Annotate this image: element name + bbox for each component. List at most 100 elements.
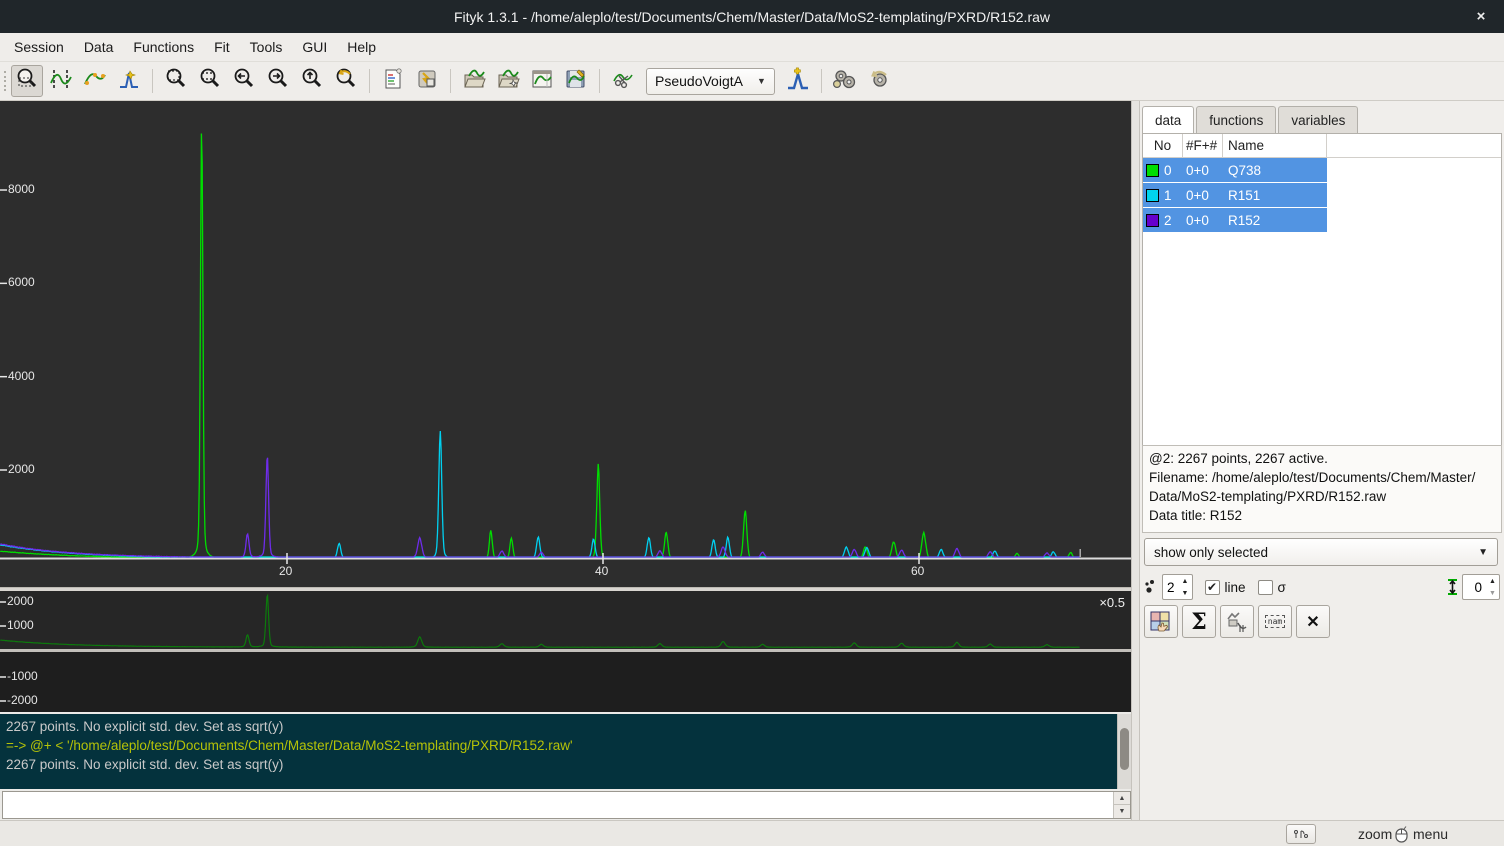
- y-tick-label: 8000: [8, 182, 35, 196]
- aux-y-tick-label: 1000: [7, 618, 34, 632]
- zoom-left-button[interactable]: [228, 65, 260, 97]
- add-peak-mode-button[interactable]: [113, 65, 145, 97]
- mouse-hints-button[interactable]: [1286, 824, 1316, 844]
- function-type-select[interactable]: PseudoVoigtA ▼: [646, 68, 775, 95]
- delete-icon: ✕: [1306, 612, 1319, 632]
- mouse-icon: [1394, 826, 1409, 846]
- data-transform-icon: [611, 67, 635, 96]
- spin-up-icon[interactable]: ▲: [1486, 575, 1499, 587]
- auto-add-peak-button[interactable]: [782, 65, 814, 97]
- side-panel-tabs: datafunctionsvariables: [1142, 106, 1360, 133]
- panel-splitter[interactable]: [1131, 101, 1140, 820]
- show-filter-select[interactable]: show only selected ▼: [1144, 538, 1498, 566]
- spin-down-icon[interactable]: ▼: [1179, 587, 1192, 599]
- dataset-info: @2: 2267 points, 2267 active.Filename: /…: [1142, 445, 1502, 533]
- zoom-all-button[interactable]: [160, 65, 192, 97]
- auto-add-peak-icon: [785, 66, 811, 97]
- aux-plot[interactable]: ×0.5 20001000-1000-2000: [0, 591, 1131, 712]
- dataset-color-swatch[interactable]: [1146, 189, 1159, 202]
- baseline-mode-button[interactable]: [79, 65, 111, 97]
- menu-item-help[interactable]: Help: [337, 35, 386, 59]
- tab-variables[interactable]: variables: [1278, 106, 1358, 133]
- data-table-icon: [530, 67, 554, 96]
- dataset-color-swatch[interactable]: [1146, 164, 1159, 177]
- load-data-append-button[interactable]: [492, 65, 524, 97]
- baseline-mode-icon: [83, 67, 107, 96]
- spin-up-icon[interactable]: ▲: [1179, 575, 1192, 587]
- sigma-checkbox[interactable]: [1258, 580, 1273, 595]
- data-transform-button[interactable]: [607, 65, 639, 97]
- fit-run-icon: [832, 67, 858, 96]
- zoom-previous-icon: [334, 67, 358, 96]
- zoom-vertical-button[interactable]: [194, 65, 226, 97]
- row-f: 0+0: [1183, 188, 1223, 203]
- zoom-previous-button[interactable]: [330, 65, 362, 97]
- tab-functions[interactable]: functions: [1196, 106, 1276, 133]
- table-row-Q738[interactable]: 00+0Q738: [1143, 158, 1327, 182]
- line-checkbox[interactable]: ✔: [1205, 580, 1220, 595]
- menu-item-fit[interactable]: Fit: [204, 35, 240, 59]
- execute-script-button[interactable]: [411, 65, 443, 97]
- table-row-R151[interactable]: 10+0R151: [1143, 183, 1327, 207]
- sigma-glyph: Σ: [1191, 609, 1207, 635]
- dataset-color-swatch[interactable]: [1146, 214, 1159, 227]
- command-input[interactable]: [5, 793, 1105, 817]
- toolbar-grip-icon[interactable]: [2, 68, 10, 94]
- aux-y-tick-label: -2000: [7, 693, 38, 707]
- point-size-spinner[interactable]: 2 ▲▼: [1162, 574, 1193, 600]
- history-down-button[interactable]: ▼: [1114, 805, 1130, 818]
- zoom-right-button[interactable]: [262, 65, 294, 97]
- spin-down-icon[interactable]: ▼: [1486, 587, 1499, 599]
- export-data-button[interactable]: [560, 65, 592, 97]
- data-range-mode-icon: [49, 67, 73, 96]
- menu-item-tools[interactable]: Tools: [240, 35, 293, 59]
- load-data-append-icon: [496, 67, 520, 96]
- sum-button[interactable]: Σ: [1182, 605, 1216, 638]
- menu-item-functions[interactable]: Functions: [123, 35, 204, 59]
- output-console[interactable]: 2267 points. No explicit std. dev. Set a…: [0, 714, 1131, 789]
- console-output-line: 2267 points. No explicit std. dev. Set a…: [6, 717, 1125, 736]
- data-table[interactable]: No #F+# Name 00+0Q73810+0R15120+0R152: [1142, 133, 1502, 446]
- copy-function-button[interactable]: [1220, 605, 1254, 638]
- shift-spinner[interactable]: 0 ▲▼: [1462, 574, 1500, 600]
- grid-hand-icon: [1150, 611, 1172, 633]
- console-scrollbar-thumb[interactable]: [1120, 728, 1129, 770]
- row-name: Q738: [1223, 163, 1327, 178]
- toolbar: PseudoVoigtA ▼: [0, 62, 1504, 101]
- table-row-R152[interactable]: 20+0R152: [1143, 208, 1327, 232]
- aux-scale-label: ×0.5: [1099, 595, 1125, 610]
- dataset-view-button[interactable]: [1144, 605, 1178, 638]
- main-plot[interactable]: 2000400060008000204060: [0, 101, 1131, 587]
- menu-bar: SessionDataFunctionsFitToolsGUIHelp: [0, 33, 1504, 62]
- name-template-glyph: nam: [1265, 615, 1285, 628]
- zoom-mode-button[interactable]: [11, 65, 43, 97]
- name-template-button[interactable]: nam: [1258, 605, 1292, 638]
- shift-value: 0: [1463, 580, 1486, 595]
- info-line: @2: 2267 points, 2267 active.: [1149, 449, 1495, 468]
- zoom-vertical-icon: [198, 67, 222, 96]
- load-data-button[interactable]: [458, 65, 490, 97]
- fit-run-button[interactable]: [829, 65, 861, 97]
- data-range-mode-button[interactable]: [45, 65, 77, 97]
- menu-item-gui[interactable]: GUI: [292, 35, 337, 59]
- data-table-header: No #F+# Name: [1143, 134, 1501, 158]
- delete-dataset-button[interactable]: ✕: [1296, 605, 1330, 638]
- add-peak-mode-icon: [117, 67, 141, 96]
- point-size-value: 2: [1163, 580, 1179, 595]
- zoom-up-button[interactable]: [296, 65, 328, 97]
- data-table-button[interactable]: [526, 65, 558, 97]
- plot-style-controls: 2 ▲▼ ✔ line σ 0 ▲▼: [1144, 573, 1500, 601]
- aux-y-tick-label: 2000: [7, 594, 34, 608]
- close-icon[interactable]: ×: [1466, 0, 1496, 33]
- menu-item-session[interactable]: Session: [4, 35, 74, 59]
- tab-data[interactable]: data: [1142, 106, 1194, 134]
- export-data-icon: [564, 67, 588, 96]
- info-line: Filename: /home/aleplo/test/Documents/Ch…: [1149, 468, 1495, 487]
- session-log-button[interactable]: [377, 65, 409, 97]
- title-bar: Fityk 1.3.1 - /home/aleplo/test/Document…: [0, 0, 1504, 33]
- fit-undo-button[interactable]: [863, 65, 895, 97]
- console-scrollbar[interactable]: [1117, 714, 1131, 789]
- row-no: 2: [1164, 213, 1172, 228]
- history-up-button[interactable]: ▲: [1114, 792, 1130, 805]
- menu-item-data[interactable]: Data: [74, 35, 124, 59]
